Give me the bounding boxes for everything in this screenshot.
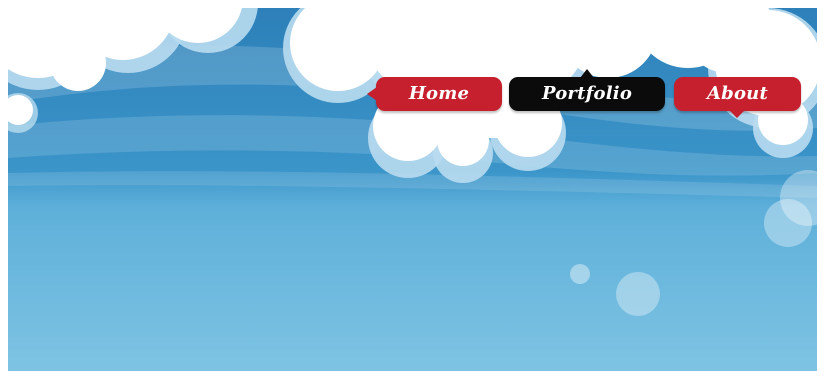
nav-home[interactable]: Home xyxy=(367,77,502,111)
sky-header-banner: Home Portfolio About xyxy=(8,8,817,371)
nav-home-label: Home xyxy=(408,83,470,104)
page: Home Portfolio About xyxy=(0,0,825,379)
nav-portfolio-label: Portfolio xyxy=(541,83,633,104)
nav-pointer-up-icon xyxy=(580,69,594,78)
nav-pointer-left-icon xyxy=(367,87,377,101)
nav-about[interactable]: About xyxy=(674,77,801,118)
nav-about-label: About xyxy=(707,83,768,104)
main-nav: Home Portfolio About xyxy=(8,8,817,371)
nav-portfolio[interactable]: Portfolio xyxy=(509,69,665,111)
nav-pointer-down-icon xyxy=(729,110,745,118)
